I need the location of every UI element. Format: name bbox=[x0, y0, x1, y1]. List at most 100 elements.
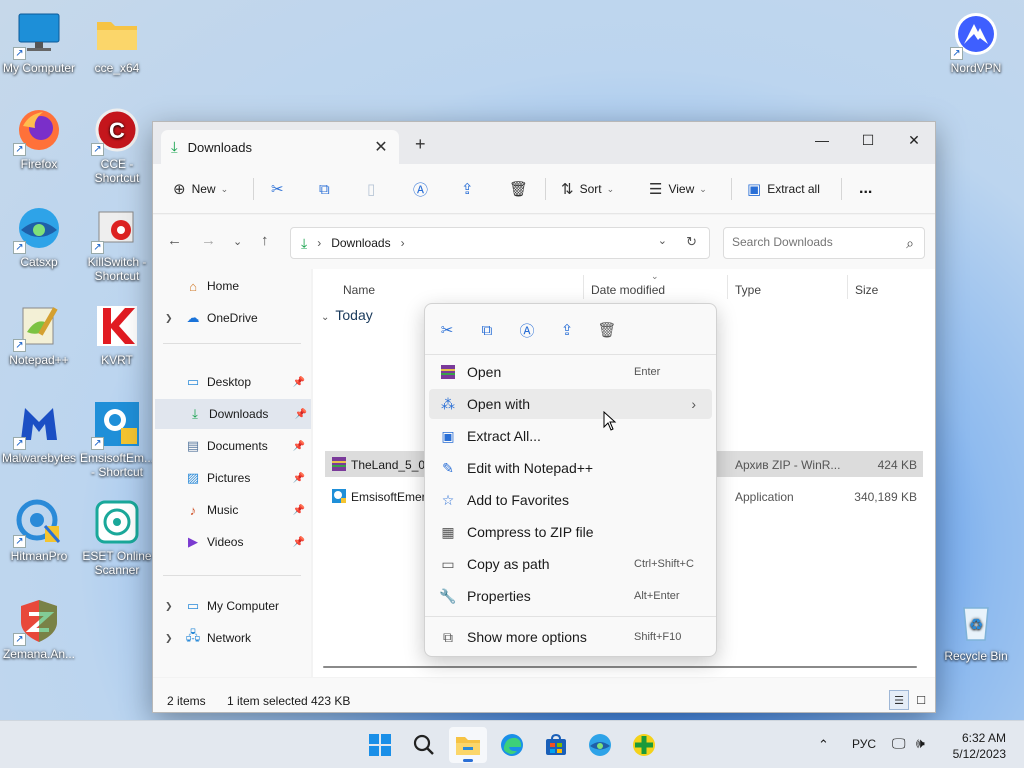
tab-downloads[interactable]: ⤓ Downloads ✕ bbox=[161, 130, 399, 164]
sidebar-item-videos[interactable]: ▶ Videos 📌 bbox=[153, 527, 309, 557]
pin-icon: 📌 bbox=[294, 408, 307, 420]
search-input[interactable] bbox=[732, 228, 892, 256]
sidebar-item-desktop[interactable]: ▭ Desktop 📌 bbox=[153, 367, 309, 397]
new-button[interactable]: ⊕ New ⌄ bbox=[173, 164, 228, 214]
clock[interactable]: 6:32 AM 5/12/2023 bbox=[953, 730, 1006, 762]
close-tab-icon[interactable]: ✕ bbox=[369, 137, 393, 157]
sidebar-item-home[interactable]: ⌂ Home bbox=[153, 271, 309, 301]
desktop-icon-firefox[interactable]: ↗ Firefox bbox=[0, 106, 79, 171]
view-label: View bbox=[668, 182, 695, 196]
menu-item-open[interactable]: Open Enter bbox=[429, 357, 712, 387]
desktop-icon-nordvpn[interactable]: ↗ NordVPN bbox=[936, 10, 1016, 75]
taskbar-edge[interactable] bbox=[493, 727, 531, 763]
desktop-icon-zemana[interactable]: ↗ Zemana.An... bbox=[0, 596, 79, 661]
desktop-icon-catsxp[interactable]: ↗ Catsxp bbox=[0, 204, 79, 269]
sidebar-item-network[interactable]: ❯ 🖧 Network bbox=[153, 623, 309, 653]
taskbar-store[interactable] bbox=[537, 727, 575, 763]
menu-item-show-more[interactable]: ⧉ Show more options Shift+F10 bbox=[429, 622, 712, 652]
desktop-icon-killswitch[interactable]: ↗ KillSwitch - Shortcut bbox=[77, 204, 157, 283]
sort-button[interactable]: ⇅ Sort ⌄ bbox=[561, 164, 614, 214]
column-header-type[interactable]: Type bbox=[735, 283, 761, 297]
hitmanpro-icon: ↗ bbox=[13, 498, 63, 548]
desktop-icon-emsisoft-shortcut[interactable]: ↗ EmsisoftEm... - Shortcut bbox=[77, 400, 157, 479]
taskbar-cce-app[interactable] bbox=[625, 727, 663, 763]
expand-chevron-icon[interactable]: ❯ bbox=[165, 633, 173, 644]
view-list-icon: ☰ bbox=[649, 181, 663, 198]
desktop-icon-my-computer[interactable]: ↗ My Computer bbox=[0, 10, 79, 75]
sidebar-item-downloads[interactable]: ⤓ Downloads 📌 bbox=[155, 399, 311, 429]
sidebar-item-documents[interactable]: ▤ Documents 📌 bbox=[153, 431, 309, 461]
trash-icon[interactable]: 🗑 bbox=[595, 318, 619, 342]
taskbar-file-explorer[interactable] bbox=[449, 727, 487, 763]
desktop-icon-notepadpp[interactable]: ↗ Notepad++ bbox=[0, 302, 79, 367]
breadcrumb-downloads[interactable]: Downloads bbox=[331, 236, 390, 250]
maximize-button[interactable]: ☐ bbox=[845, 126, 891, 154]
horizontal-scrollbar[interactable] bbox=[323, 666, 917, 668]
sidebar-item-music[interactable]: ♪ Music 📌 bbox=[153, 495, 309, 525]
sidebar-item-onedrive[interactable]: ❯ ☁ OneDrive bbox=[153, 303, 309, 333]
language-indicator[interactable]: РУС bbox=[852, 737, 876, 751]
expand-chevron-icon[interactable]: ❯ bbox=[165, 313, 173, 324]
paste-button[interactable]: ▯ bbox=[367, 164, 381, 214]
group-header-today[interactable]: ⌄ Today bbox=[321, 307, 373, 323]
copy-icon[interactable]: ⧉ bbox=[475, 318, 499, 342]
share-icon[interactable]: ⇪ bbox=[555, 318, 579, 342]
details-view-button[interactable]: ☰ bbox=[889, 690, 909, 710]
menu-item-compress-zip[interactable]: ▦ Compress to ZIP file bbox=[429, 517, 712, 547]
copy-button[interactable]: ⧉ bbox=[319, 164, 336, 214]
menu-item-copy-as-path[interactable]: ▭ Copy as path Ctrl+Shift+C bbox=[429, 549, 712, 579]
menu-item-extract-all[interactable]: ▣ Extract All... bbox=[429, 421, 712, 451]
back-arrow-icon[interactable]: ← bbox=[167, 232, 182, 249]
desktop-icon-cce-shortcut[interactable]: C ↗ CCE - Shortcut bbox=[77, 106, 157, 185]
expand-chevron-icon[interactable]: ❯ bbox=[165, 601, 173, 612]
column-header-size[interactable]: Size bbox=[855, 283, 878, 297]
desktop-icon-kvrt[interactable]: KVRT bbox=[77, 302, 157, 367]
wrench-icon: 🔧 bbox=[439, 587, 457, 604]
volume-icon[interactable]: 🕪 bbox=[916, 735, 925, 752]
minimize-button[interactable]: — bbox=[799, 126, 845, 154]
delete-button[interactable]: 🗑 bbox=[509, 164, 534, 214]
cut-icon[interactable]: ✂ bbox=[435, 318, 459, 342]
sort-icon: ⇅ bbox=[561, 181, 574, 198]
up-arrow-icon[interactable]: ↑ bbox=[261, 232, 269, 249]
forward-arrow-icon[interactable]: → bbox=[201, 232, 216, 249]
sidebar-item-pictures[interactable]: ▨ Pictures 📌 bbox=[153, 463, 309, 493]
cloud-icon: ☁ bbox=[186, 310, 200, 325]
search-button[interactable] bbox=[405, 727, 443, 763]
start-button[interactable] bbox=[361, 727, 399, 763]
refresh-icon[interactable]: ↻ bbox=[686, 234, 697, 250]
submenu-chevron-icon: › bbox=[691, 396, 696, 412]
network-icon[interactable]: 🖵 bbox=[892, 735, 906, 752]
sort-chevron-icon: ⌄ bbox=[651, 271, 659, 281]
recent-chevron-icon[interactable]: ⌄ bbox=[233, 235, 242, 248]
menu-item-properties[interactable]: 🔧 Properties Alt+Enter bbox=[429, 581, 712, 611]
menu-item-edit-notepadpp[interactable]: ✎ Edit with Notepad++ bbox=[429, 453, 712, 483]
new-tab-button[interactable]: + bbox=[415, 134, 426, 155]
address-dropdown-icon[interactable]: ⌄ bbox=[658, 234, 667, 247]
view-button[interactable]: ☰ View ⌄ bbox=[649, 164, 707, 214]
taskbar-catsxp[interactable] bbox=[581, 727, 619, 763]
column-header-date[interactable]: Date modified bbox=[591, 283, 665, 297]
extract-all-button[interactable]: ▣ Extract all bbox=[747, 164, 820, 214]
desktop-icon-eset[interactable]: ESET Online Scanner bbox=[77, 498, 157, 577]
more-options-button[interactable]: ... bbox=[859, 164, 872, 214]
search-box[interactable]: ⌕ bbox=[723, 227, 925, 259]
desktop-icon-recycle-bin[interactable]: ♻ Recycle Bin bbox=[936, 598, 1016, 663]
rename-button[interactable]: Ⓐ bbox=[413, 164, 434, 214]
close-window-button[interactable]: ✕ bbox=[891, 126, 937, 154]
desktop-icon-malwarebytes[interactable]: ↗ Malwarebytes bbox=[0, 400, 79, 465]
tray-overflow-chevron-icon[interactable]: ⌃ bbox=[818, 737, 829, 753]
share-button[interactable]: ⇪ bbox=[461, 164, 480, 214]
address-field[interactable]: ⤓ › Downloads › ⌄ ↻ bbox=[290, 227, 710, 259]
desktop-icon-cce-x64[interactable]: cce_x64 bbox=[77, 10, 157, 75]
column-header-name[interactable]: Name bbox=[343, 283, 375, 297]
desktop-icon-hitmanpro[interactable]: ↗ HitmanPro bbox=[0, 498, 79, 563]
sidebar-item-my-computer[interactable]: ❯ ▭ My Computer bbox=[153, 591, 309, 621]
menu-item-add-favorites[interactable]: ☆ Add to Favorites bbox=[429, 485, 712, 515]
tiles-view-button[interactable]: ☐ bbox=[911, 690, 931, 710]
pin-icon: 📌 bbox=[292, 536, 305, 548]
rename-icon[interactable]: Ⓐ bbox=[515, 318, 539, 342]
cut-button[interactable]: ✂ bbox=[271, 164, 290, 214]
menu-item-open-with[interactable]: ⁂ Open with › bbox=[429, 389, 712, 419]
share-icon: ⇪ bbox=[461, 181, 474, 198]
